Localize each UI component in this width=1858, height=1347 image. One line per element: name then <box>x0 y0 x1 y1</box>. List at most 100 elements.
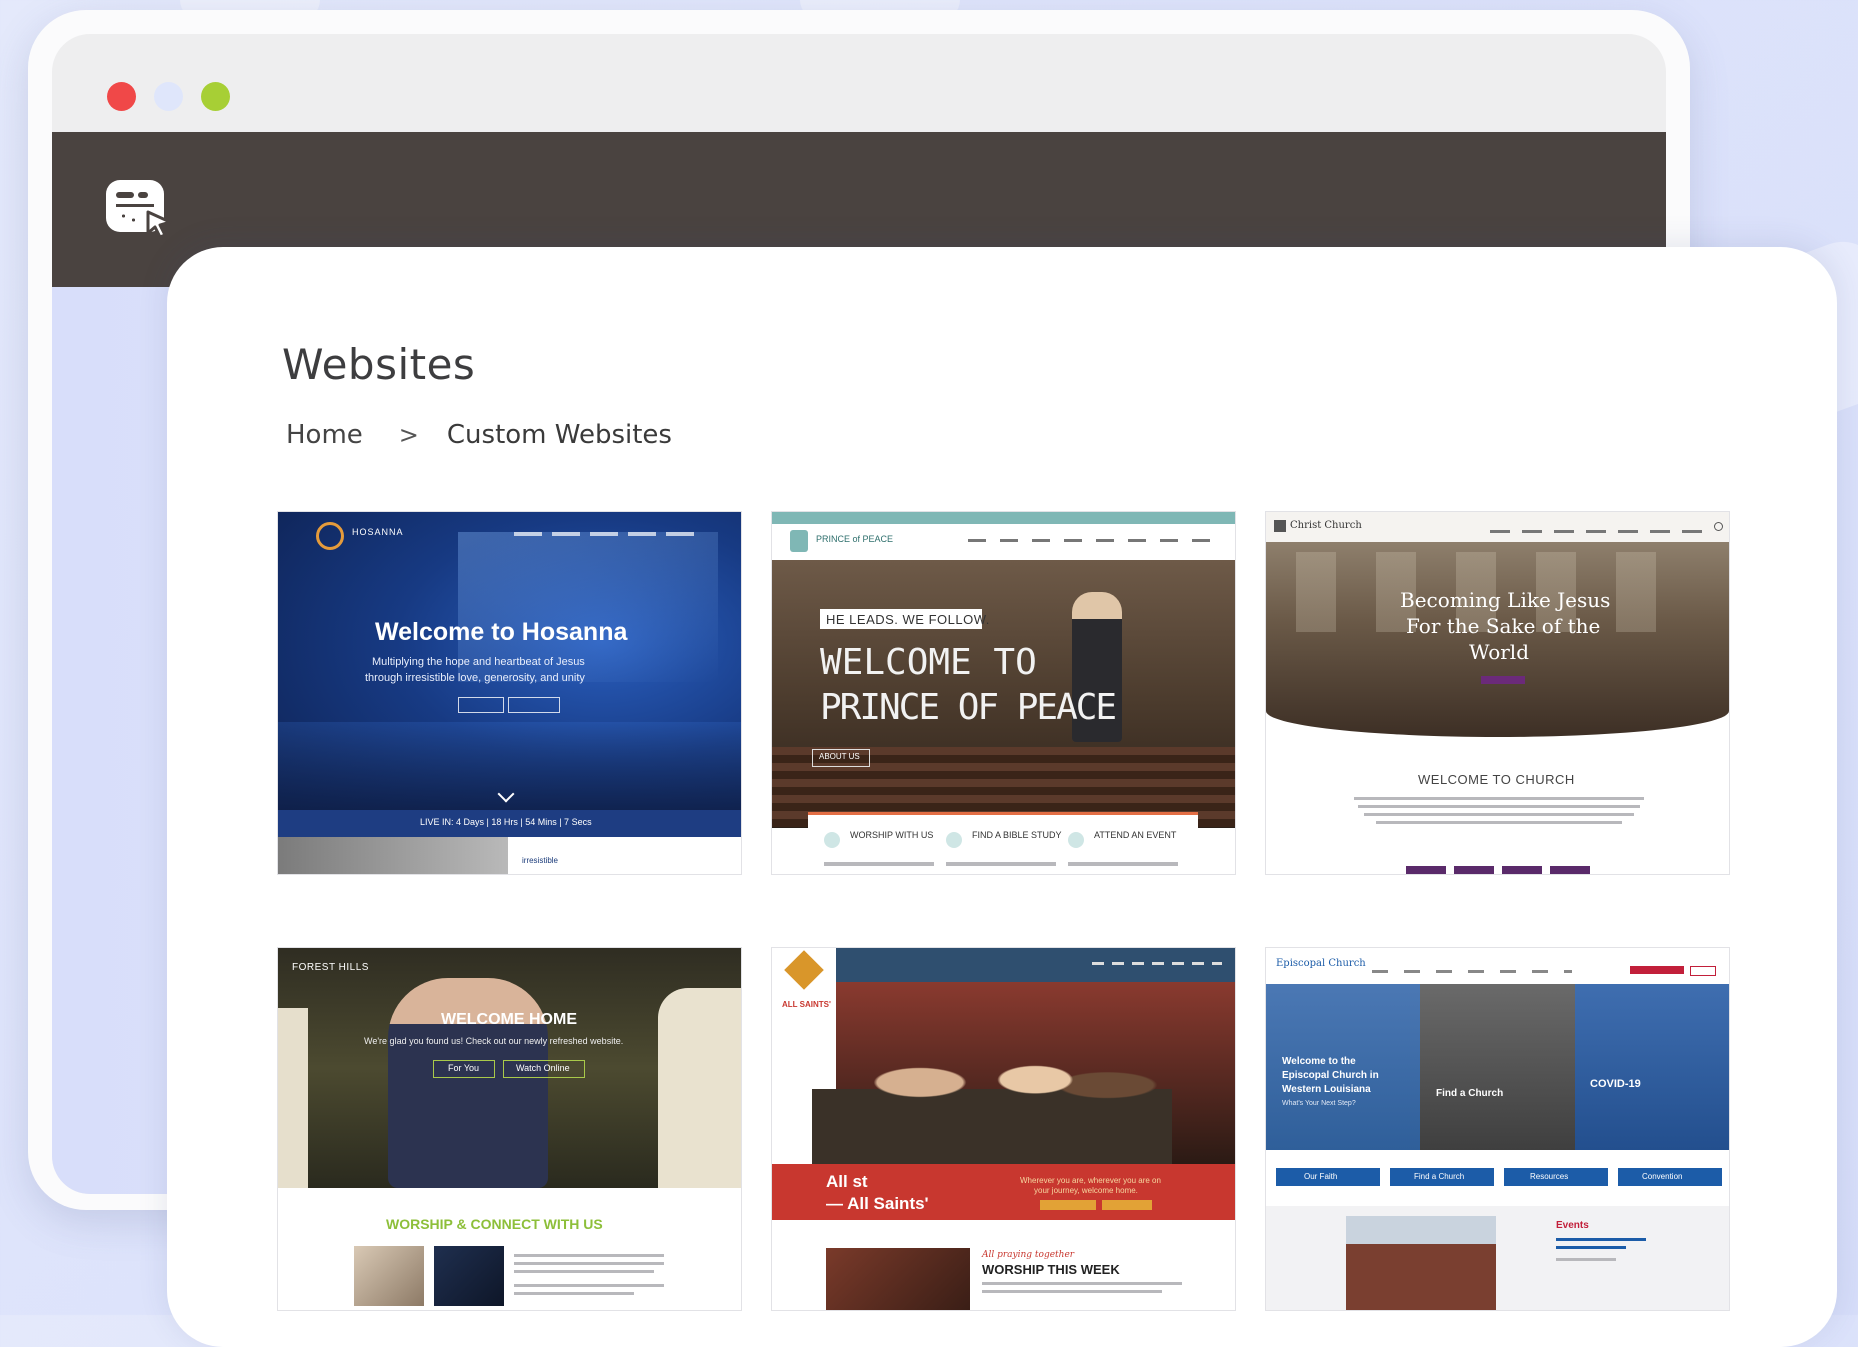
hero-button[interactable] <box>508 697 560 713</box>
band-tagline: your journey, welcome home. <box>1034 1186 1138 1195</box>
site-logo: ALL SAINTS' <box>782 1000 831 1009</box>
cta-button[interactable] <box>1454 866 1494 874</box>
church-photo <box>1346 1216 1496 1310</box>
breadcrumb-current: Custom Websites <box>446 420 672 450</box>
band-title: All st <box>826 1172 868 1191</box>
website-thumbnail-prince-of-peace[interactable]: PRINCE of PEACE HE LEADS. WE FOLLOW. WEL… <box>771 511 1236 875</box>
robed-figure <box>658 988 741 1188</box>
search-icon[interactable] <box>1714 522 1723 531</box>
text-placeholder <box>1358 805 1640 808</box>
text-placeholder <box>1556 1258 1616 1261</box>
site-nav <box>1372 970 1572 973</box>
info-item: FIND A BIBLE STUDY <box>972 830 1062 840</box>
hero-button[interactable] <box>1481 676 1525 684</box>
text-placeholder <box>982 1282 1182 1285</box>
bottom-image <box>278 837 508 874</box>
bottom-label: irresistible <box>522 856 559 865</box>
hero-panel <box>1420 984 1575 1150</box>
minimize-dot[interactable] <box>154 82 183 111</box>
panel-subheading: What's Your Next Step? <box>1282 1100 1356 1107</box>
panel-heading: Western Louisiana <box>1282 1084 1371 1095</box>
content-photo <box>354 1246 424 1306</box>
top-strip <box>772 512 1235 524</box>
text-placeholder <box>824 862 934 866</box>
robed-figure <box>278 1008 308 1188</box>
maximize-dot[interactable] <box>201 82 230 111</box>
close-dot[interactable] <box>107 82 136 111</box>
hero-tagline: HE LEADS. WE FOLLOW. <box>826 612 990 627</box>
events-section <box>1266 1206 1729 1310</box>
text-placeholder <box>514 1270 654 1273</box>
quick-link-label: Convention <box>1642 1172 1683 1181</box>
text-placeholder <box>514 1262 664 1265</box>
cta-button[interactable] <box>1406 866 1446 874</box>
site-logo: Episcopal Church <box>1276 958 1366 969</box>
text-placeholder <box>946 862 1056 866</box>
hero-headline: Becoming Like Jesus <box>1400 588 1611 612</box>
website-thumbnail-episcopal[interactable]: Episcopal Church Welcome to the Episcopa… <box>1265 947 1730 1311</box>
text-placeholder <box>1354 797 1644 800</box>
section-heading: WORSHIP & CONNECT WITH US <box>386 1216 603 1232</box>
info-item: WORSHIP WITH US <box>850 830 934 840</box>
hero-headline: For the Sake of the <box>1406 614 1601 638</box>
login-button[interactable] <box>1690 966 1716 976</box>
hero-subline: through irresistible love, generosity, a… <box>365 672 585 684</box>
circle-icon <box>946 832 962 848</box>
website-thumbnail-christ-church[interactable]: Christ Church Becoming Like Jesus For th… <box>1265 511 1730 875</box>
church-logo-icon <box>1274 520 1286 532</box>
site-logo: Christ Church <box>1290 520 1362 531</box>
website-thumbnail-hosanna[interactable]: HOSANNA Welcome to Hosanna Multiplying t… <box>277 511 742 875</box>
website-thumbnail-all-saints[interactable]: ALL SAINTS' All st — All Saints' Whereve… <box>771 947 1236 1311</box>
hero-panel <box>1266 984 1420 1150</box>
band-title: — All Saints' <box>826 1194 929 1213</box>
quick-link-label: Find a Church <box>1414 1172 1465 1181</box>
panel-heading: Find a Church <box>1436 1088 1504 1099</box>
text-placeholder <box>1376 821 1622 824</box>
donate-button[interactable] <box>1630 966 1684 974</box>
children-group <box>812 1028 1172 1164</box>
band-button[interactable] <box>1102 1200 1152 1210</box>
breadcrumb-home-link[interactable]: Home <box>286 420 363 450</box>
hero-headline: Welcome to Hosanna <box>375 618 628 646</box>
cta-button[interactable] <box>1550 866 1590 874</box>
text-placeholder <box>514 1254 664 1257</box>
text-placeholder <box>514 1284 664 1287</box>
text-placeholder <box>1364 813 1634 816</box>
circle-icon <box>824 832 840 848</box>
cta-button[interactable] <box>1502 866 1542 874</box>
hero-button-label: Watch Online <box>516 1063 570 1073</box>
circle-icon <box>1068 832 1084 848</box>
section-heading: WELCOME TO CHURCH <box>1418 772 1575 787</box>
text-placeholder <box>1556 1238 1646 1241</box>
breadcrumb: Home > Custom Websites <box>286 420 672 450</box>
site-header <box>772 948 1235 982</box>
text-placeholder <box>1556 1246 1626 1249</box>
cross-logo-icon <box>790 530 808 552</box>
hero-headline: World <box>1469 640 1529 664</box>
panel-heading: Episcopal Church in <box>1282 1070 1379 1081</box>
quick-link-label: Resources <box>1530 1172 1569 1181</box>
site-nav <box>1092 962 1222 965</box>
website-thumbnail-forest-hills[interactable]: FOREST HILLS WELCOME HOME We're glad you… <box>277 947 742 1311</box>
text-placeholder <box>1068 862 1178 866</box>
hero-button[interactable] <box>458 697 504 713</box>
countdown-text: LIVE IN: 4 Days | 18 Hrs | 54 Mins | 7 S… <box>420 817 592 827</box>
site-logo: PRINCE of PEACE <box>816 534 894 544</box>
text-placeholder <box>982 1290 1162 1293</box>
gallery-cursor-icon[interactable] <box>104 176 176 242</box>
hero-subline: We're glad you found us! Check out our n… <box>364 1036 624 1046</box>
section-kicker: All praying together <box>982 1250 1075 1260</box>
band-button[interactable] <box>1040 1200 1096 1210</box>
content-photo <box>826 1248 970 1310</box>
hero-panel <box>1575 984 1729 1150</box>
site-nav <box>514 532 694 536</box>
logo-ring-icon <box>316 522 344 550</box>
window-controls <box>107 82 230 111</box>
section-heading: WORSHIP THIS WEEK <box>982 1262 1120 1277</box>
site-logo: FOREST HILLS <box>292 962 369 973</box>
panel-heading: COVID-19 <box>1590 1078 1641 1090</box>
events-heading: Events <box>1556 1220 1589 1231</box>
about-button-label: ABOUT US <box>819 752 860 761</box>
site-nav <box>1490 530 1710 533</box>
info-item: ATTEND AN EVENT <box>1094 830 1177 840</box>
